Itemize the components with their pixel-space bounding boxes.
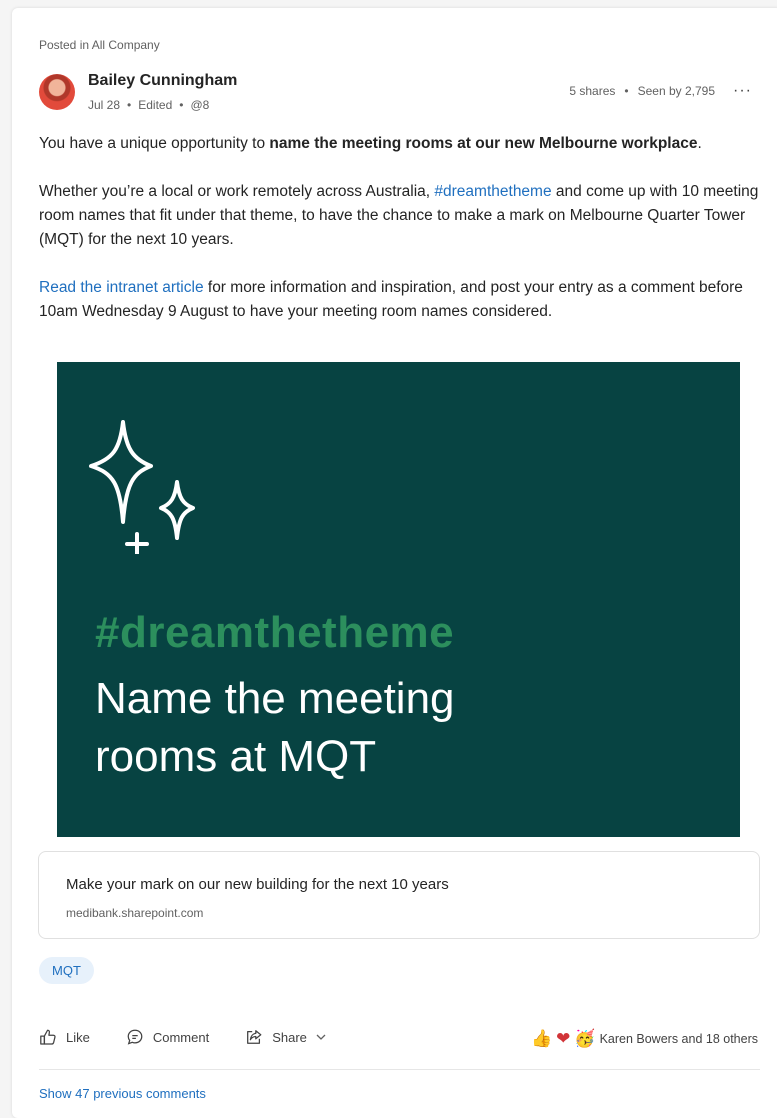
author-name[interactable]: Bailey Cunningham <box>88 72 237 90</box>
thumbs-up-icon: 👍 <box>530 1029 553 1049</box>
shares-count[interactable]: 5 shares <box>569 84 615 98</box>
celebrate-icon: 🥳 <box>574 1029 596 1049</box>
avatar[interactable] <box>39 74 75 110</box>
share-button[interactable]: Share <box>245 1028 327 1046</box>
comment-icon <box>127 1029 143 1045</box>
comment-label: Comment <box>152 1029 210 1045</box>
comment-button[interactable]: Comment <box>126 1028 209 1046</box>
post-body: You have a unique opportunity to name th… <box>39 132 777 348</box>
intranet-article-link[interactable]: Read the intranet article <box>39 279 204 296</box>
post-card: Posted in All Company Bailey Cunningham … <box>12 8 777 1118</box>
post-stats: 5 shares • Seen by 2,795 ··· <box>569 82 752 99</box>
hashtag-link[interactable]: #dreamthetheme <box>434 183 551 200</box>
divider <box>39 1069 760 1070</box>
topic-tag[interactable]: MQT <box>39 957 94 984</box>
post-date: Jul 28 <box>88 98 121 112</box>
bold-text: name the meeting rooms at our new Melbou… <box>269 135 698 152</box>
like-icon <box>40 1029 56 1045</box>
mention-count[interactable]: @8 <box>190 98 209 112</box>
post-actions: Like Comment Share <box>39 1028 363 1046</box>
like-button[interactable]: Like <box>39 1028 90 1046</box>
paragraph-1: You have a unique opportunity to name th… <box>39 135 702 152</box>
share-icon <box>247 1030 262 1044</box>
like-label: Like <box>66 1029 90 1045</box>
reactions-summary[interactable]: 👍 ❤ 🥳 Karen Bowers and 18 others <box>531 1029 758 1049</box>
link-preview-card[interactable]: Make your mark on our new building for t… <box>38 851 760 939</box>
post-meta: Jul 28 • Edited • @8 <box>88 98 210 112</box>
post-image[interactable]: #dreamthetheme Name the meeting rooms at… <box>57 362 740 837</box>
posted-in-label: Posted in All Company <box>39 38 160 52</box>
share-label: Share <box>272 1029 307 1045</box>
more-options-icon[interactable]: ··· <box>733 83 752 99</box>
paragraph-2: Whether you’re a local or work remotely … <box>39 183 759 248</box>
reactors-label[interactable]: Karen Bowers and 18 others <box>600 1032 758 1046</box>
banner-headline: Name the meeting rooms at MQT <box>95 674 455 781</box>
show-previous-comments-link[interactable]: Show 47 previous comments <box>39 1086 206 1101</box>
heart-icon: ❤ <box>556 1029 571 1049</box>
paragraph-3: Read the intranet article for more infor… <box>39 279 743 320</box>
chevron-down-icon[interactable] <box>315 1031 327 1043</box>
banner-hashtag: #dreamthetheme <box>95 608 455 657</box>
link-preview-title[interactable]: Make your mark on our new building for t… <box>66 876 449 893</box>
link-preview-domain: medibank.sharepoint.com <box>66 906 204 920</box>
sparkles-icon <box>89 420 195 554</box>
edited-label: Edited <box>138 98 173 112</box>
seen-by-count[interactable]: Seen by 2,795 <box>638 84 715 98</box>
